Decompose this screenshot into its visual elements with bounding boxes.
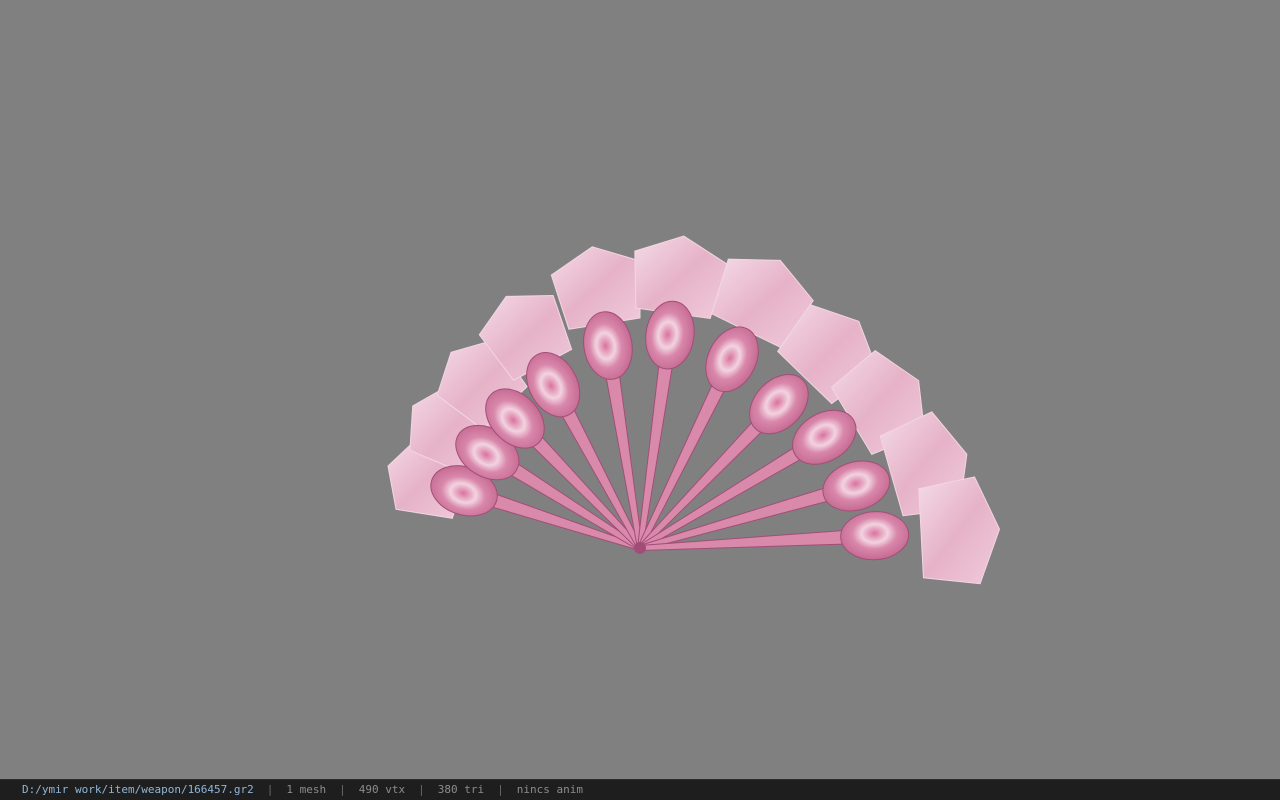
fan-geometry — [387, 235, 1001, 585]
status-separator: | — [418, 783, 425, 796]
status-separator: | — [339, 783, 346, 796]
status-separator: | — [497, 783, 504, 796]
fan-rib-bulb — [822, 460, 891, 512]
animation-status: nincs anim — [516, 783, 583, 796]
mesh-count: 1 mesh — [286, 783, 327, 796]
fan-model[interactable] — [0, 0, 1280, 779]
3d-viewport[interactable] — [0, 0, 1280, 779]
fan-pivot — [634, 542, 646, 554]
status-separator: | — [266, 783, 274, 796]
status-bar: D:/ymir work/item/weapon/166457.gr2 | 1 me… — [0, 779, 1280, 800]
file-path: D:/ymir work/item/weapon/166457.gr2 — [22, 783, 254, 796]
fan-rib-bulb — [840, 511, 910, 561]
fan-blade — [918, 476, 1001, 585]
triangle-count: 380 tri — [437, 783, 485, 796]
vertex-count: 490 vtx — [358, 783, 406, 796]
